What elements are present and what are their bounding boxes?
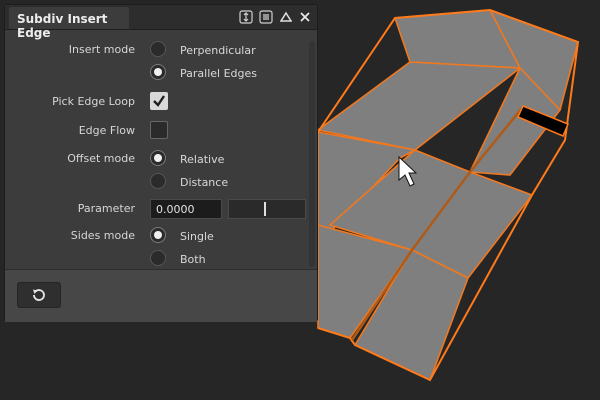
sides-mode-row: Sides mode Single (5, 225, 305, 247)
insert-mode-parallel-edges-label: Parallel Edges (180, 67, 257, 80)
insert-mode-parallel-edges-radio[interactable] (150, 64, 166, 80)
dock-toggle-icon[interactable] (237, 8, 255, 26)
pick-edge-loop-label: Pick Edge Loop (52, 95, 135, 108)
edge-flow-row: Edge Flow (5, 120, 305, 142)
offset-mode-row: Offset mode Relative (5, 148, 305, 170)
insert-mode-label: Insert mode (68, 43, 135, 56)
sides-mode-single-radio[interactable] (150, 227, 166, 243)
offset-mode-distance-label: Distance (180, 176, 229, 189)
collapse-triangle-icon[interactable] (277, 8, 295, 26)
pick-edge-loop-row: Pick Edge Loop (5, 91, 305, 113)
insert-mode-perpendicular-label: Perpendicular (180, 44, 256, 57)
sides-mode-both-radio[interactable] (150, 250, 166, 266)
reset-undo-icon (33, 289, 45, 301)
slider-handle[interactable] (263, 202, 266, 216)
offset-mode-label: Offset mode (67, 152, 135, 165)
offset-mode-relative-radio[interactable] (150, 150, 166, 166)
panel-title-tab[interactable]: Subdiv Insert Edge (9, 7, 129, 40)
pick-edge-loop-checkbox[interactable] (150, 92, 168, 110)
checkmark-icon (153, 95, 165, 107)
edge-flow-checkbox[interactable] (150, 121, 168, 139)
subdiv-insert-edge-panel: Subdiv Insert Edge Insert mode Perpendic… (4, 4, 318, 322)
offset-mode-distance-radio[interactable] (150, 173, 166, 189)
insert-mode-perpendicular-radio[interactable] (150, 41, 166, 57)
sides-mode-single-label: Single (180, 230, 214, 243)
mesh-object[interactable] (317, 9, 579, 381)
parameter-input[interactable]: 0.0000 (150, 199, 222, 219)
sides-mode-row-2: Both (5, 248, 305, 270)
close-icon[interactable] (296, 8, 314, 26)
reset-button[interactable] (17, 282, 61, 308)
panel-footer (5, 269, 317, 322)
hamburger-menu-icon[interactable] (257, 8, 275, 26)
edge-flow-label: Edge Flow (78, 124, 135, 137)
offset-mode-relative-label: Relative (180, 153, 225, 166)
parameter-slider[interactable] (228, 199, 306, 219)
sides-mode-both-label: Both (180, 253, 206, 266)
panel-scrollbar[interactable] (309, 41, 315, 267)
parameter-label: Parameter (77, 202, 135, 215)
sides-mode-label: Sides mode (70, 229, 135, 242)
offset-mode-row-2: Distance (5, 171, 305, 193)
panel-tab-bar: Subdiv Insert Edge (5, 5, 317, 40)
insert-mode-row: Insert mode Perpendicular (5, 39, 305, 61)
insert-mode-row-2: Parallel Edges (5, 62, 305, 84)
